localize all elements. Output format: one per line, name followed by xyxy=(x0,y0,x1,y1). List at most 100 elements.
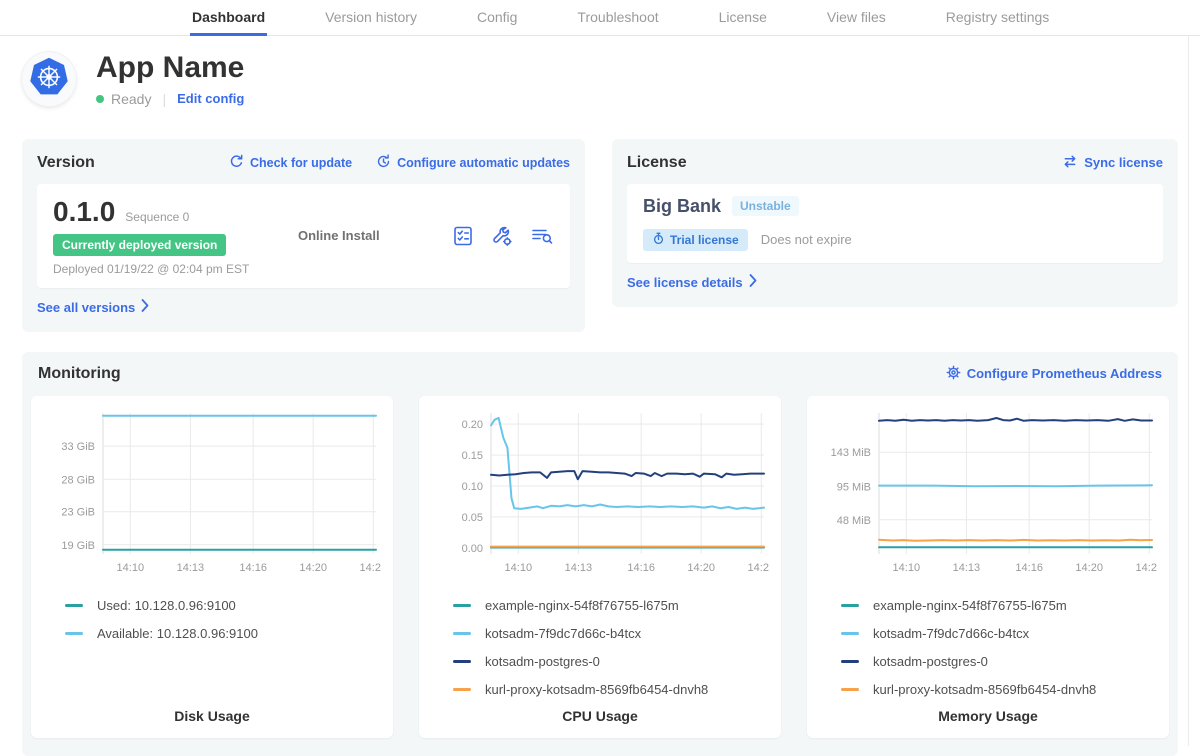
current-version-card: 0.1.0 Sequence 0 Currently deployed vers… xyxy=(37,184,570,288)
license-card: License Sync license Big Bank Unstable xyxy=(612,139,1178,307)
svg-text:48 MiB: 48 MiB xyxy=(837,514,871,526)
legend-color-dash xyxy=(453,632,471,635)
legend-color-dash xyxy=(453,688,471,691)
legend-label: kurl-proxy-kotsadm-8569fb6454-dnvh8 xyxy=(485,682,708,697)
version-number: 0.1.0 xyxy=(53,196,115,228)
check-for-update-button[interactable]: Check for update xyxy=(229,154,352,172)
svg-text:23 GiB: 23 GiB xyxy=(61,506,95,518)
clock-refresh-icon xyxy=(376,154,391,172)
top-nav: Dashboard Version history Config Trouble… xyxy=(0,0,1200,36)
legend-label: kotsadm-postgres-0 xyxy=(873,654,988,669)
chart-title: Memory Usage xyxy=(819,708,1157,726)
cpu-usage-chart-card: 14:1014:1314:1614:2014:230.200.150.100.0… xyxy=(419,396,781,738)
configure-prometheus-button[interactable]: Configure Prometheus Address xyxy=(946,365,1162,383)
license-card-title: License xyxy=(627,154,687,172)
svg-text:33 GiB: 33 GiB xyxy=(61,441,95,453)
svg-text:95 MiB: 95 MiB xyxy=(837,481,871,493)
svg-text:14:16: 14:16 xyxy=(1015,562,1043,574)
tab-version-history[interactable]: Version history xyxy=(323,0,419,36)
svg-text:28 GiB: 28 GiB xyxy=(61,474,95,486)
svg-text:14:23: 14:23 xyxy=(360,562,381,574)
legend-color-dash xyxy=(841,660,859,663)
tab-view-files[interactable]: View files xyxy=(825,0,888,36)
legend-item: Used: 10.128.0.96:9100 xyxy=(65,592,381,620)
legend-label: kurl-proxy-kotsadm-8569fb6454-dnvh8 xyxy=(873,682,1096,697)
customer-name: Big Bank xyxy=(643,196,721,217)
status-badge: Ready xyxy=(96,91,151,107)
config-wrench-icon[interactable] xyxy=(491,225,513,247)
legend-item: example-nginx-54f8f76755-l675m xyxy=(453,592,769,620)
legend-item: Available: 10.128.0.96:9100 xyxy=(65,620,381,648)
legend-color-dash xyxy=(841,632,859,635)
disk-usage-chart: 14:10 14:13 14:16 14:20 14:23 33 GiB 28 GiB 23 … xyxy=(43,408,381,578)
svg-text:14:13: 14:13 xyxy=(177,562,205,574)
edit-config-link[interactable]: Edit config xyxy=(177,91,244,106)
app-avatar xyxy=(22,52,76,106)
svg-text:14:20: 14:20 xyxy=(1075,562,1103,574)
legend-label: kotsadm-7f9dc7d66c-b4tcx xyxy=(873,626,1029,641)
kubernetes-logo-icon xyxy=(29,57,69,102)
svg-text:14:10: 14:10 xyxy=(117,562,145,574)
version-card: Version Check for update xyxy=(22,139,585,332)
app-header: App Name Ready | Edit config xyxy=(0,36,1200,121)
see-all-versions-link[interactable]: See all versions xyxy=(37,299,149,315)
legend-item: kotsadm-postgres-0 xyxy=(453,648,769,676)
chevron-right-icon xyxy=(749,274,757,290)
legend-label: kotsadm-7f9dc7d66c-b4tcx xyxy=(485,626,641,641)
legend-label: Used: 10.128.0.96:9100 xyxy=(97,598,236,613)
svg-text:143 MiB: 143 MiB xyxy=(831,447,871,459)
preflight-checklist-icon[interactable] xyxy=(452,225,474,247)
svg-text:14:20: 14:20 xyxy=(299,562,327,574)
stopwatch-icon xyxy=(652,232,665,248)
disk-usage-chart-card: 14:10 14:13 14:16 14:20 14:23 33 GiB 28 GiB 23 … xyxy=(31,396,393,738)
tab-registry-settings[interactable]: Registry settings xyxy=(944,0,1051,36)
deployed-timestamp: Deployed 01/19/22 @ 02:04 pm EST xyxy=(53,262,298,276)
legend-color-dash xyxy=(841,688,859,691)
legend-item: example-nginx-54f8f76755-l675m xyxy=(841,592,1157,620)
see-license-details-link[interactable]: See license details xyxy=(627,274,757,290)
configure-automatic-updates-button[interactable]: Configure automatic updates xyxy=(376,154,570,172)
monitoring-title: Monitoring xyxy=(38,365,121,383)
svg-text:0.15: 0.15 xyxy=(462,450,483,462)
svg-text:0.20: 0.20 xyxy=(462,419,483,431)
sync-license-button[interactable]: Sync license xyxy=(1062,154,1163,172)
deployed-badge: Currently deployed version xyxy=(53,234,226,256)
legend-color-dash xyxy=(841,604,859,607)
status-dot-icon xyxy=(96,95,104,103)
refresh-icon xyxy=(229,154,244,172)
legend-item: kotsadm-7f9dc7d66c-b4tcx xyxy=(841,620,1157,648)
svg-text:14:23: 14:23 xyxy=(1136,562,1157,574)
memory-usage-legend: example-nginx-54f8f76755-l675m kotsadm-7f… xyxy=(819,592,1157,704)
legend-color-dash xyxy=(65,604,83,607)
svg-text:14:16: 14:16 xyxy=(239,562,267,574)
install-type-label: Online Install xyxy=(298,228,452,243)
channel-badge: Unstable xyxy=(732,196,799,216)
monitoring-section: Monitoring Configure Prometheus Address … xyxy=(22,352,1178,756)
tab-license[interactable]: License xyxy=(717,0,769,36)
chart-title: CPU Usage xyxy=(431,708,769,726)
cpu-usage-legend: example-nginx-54f8f76755-l675m kotsadm-7f… xyxy=(431,592,769,704)
tab-config[interactable]: Config xyxy=(475,0,519,36)
svg-text:0.00: 0.00 xyxy=(462,542,483,554)
license-summary-card: Big Bank Unstable Trial license Does not… xyxy=(627,184,1163,263)
svg-text:14:10: 14:10 xyxy=(505,562,533,574)
svg-text:0.10: 0.10 xyxy=(462,481,483,493)
gear-icon xyxy=(946,365,961,383)
memory-usage-chart: 14:1014:1314:1614:2014:23143 MiB95 MiB48… xyxy=(819,408,1157,578)
view-logs-icon[interactable] xyxy=(530,225,554,247)
svg-text:14:13: 14:13 xyxy=(953,562,981,574)
sequence-label: Sequence 0 xyxy=(125,210,189,224)
legend-item: kurl-proxy-kotsadm-8569fb6454-dnvh8 xyxy=(453,676,769,704)
tab-troubleshoot[interactable]: Troubleshoot xyxy=(575,0,660,36)
svg-text:0.05: 0.05 xyxy=(462,511,483,523)
legend-label: kotsadm-postgres-0 xyxy=(485,654,600,669)
memory-usage-chart-card: 14:1014:1314:1614:2014:23143 MiB95 MiB48… xyxy=(807,396,1169,738)
legend-label: Available: 10.128.0.96:9100 xyxy=(97,626,258,641)
version-card-title: Version xyxy=(37,154,95,172)
legend-item: kurl-proxy-kotsadm-8569fb6454-dnvh8 xyxy=(841,676,1157,704)
tab-dashboard[interactable]: Dashboard xyxy=(190,0,267,36)
legend-color-dash xyxy=(65,632,83,635)
cards-row: Version Check for update xyxy=(0,139,1200,332)
chart-title: Disk Usage xyxy=(43,708,381,726)
legend-label: example-nginx-54f8f76755-l675m xyxy=(873,598,1067,613)
